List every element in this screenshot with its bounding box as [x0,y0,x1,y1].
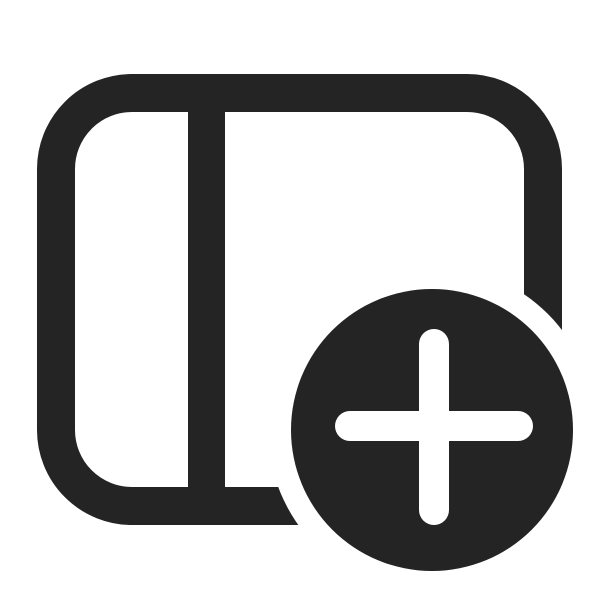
sidebar-divider [188,112,225,488]
icon-canvas [0,0,600,600]
panel-left-add-icon [37,74,573,571]
